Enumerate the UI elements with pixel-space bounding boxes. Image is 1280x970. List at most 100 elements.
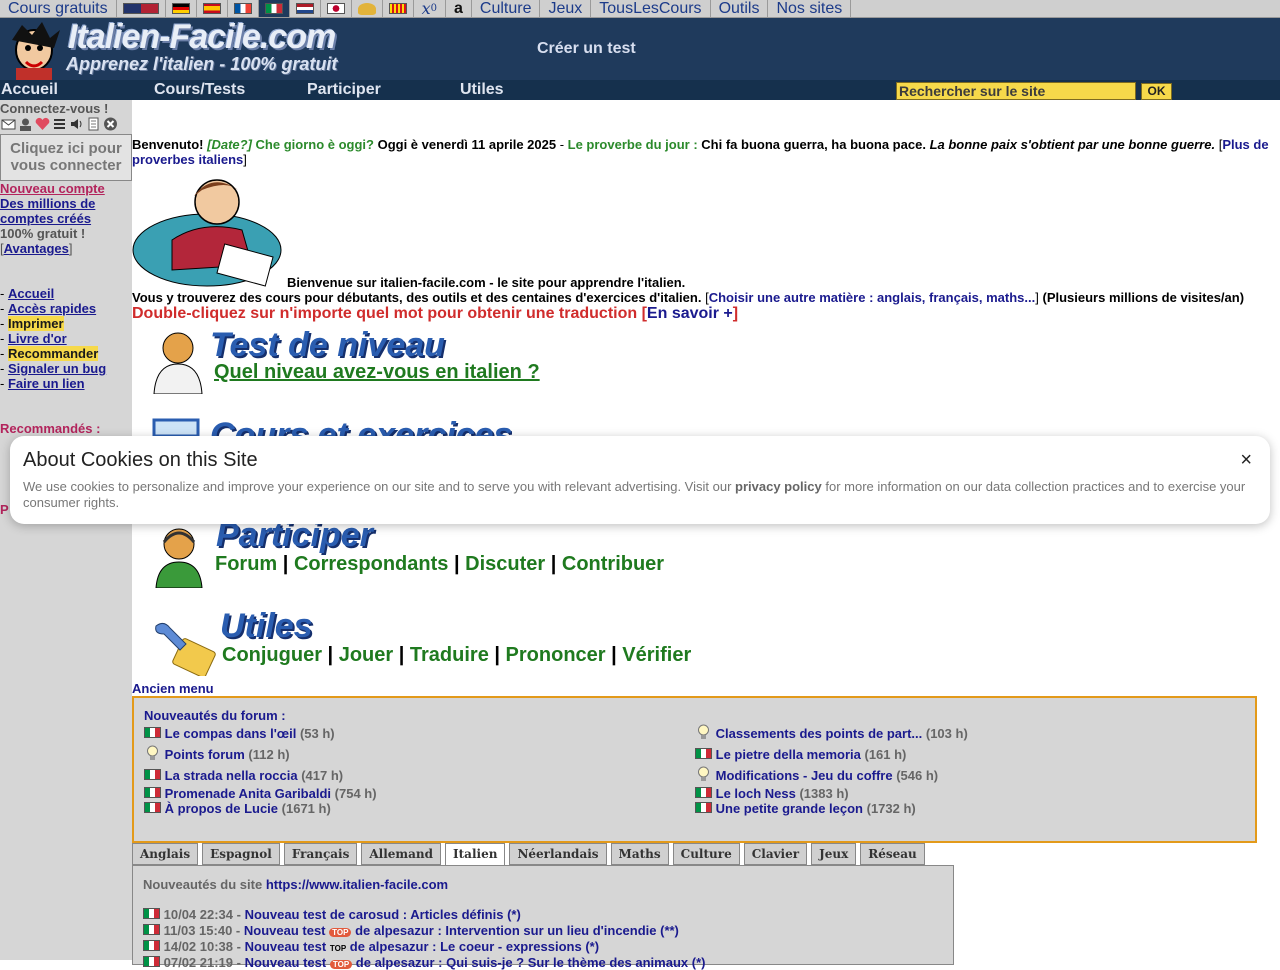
millions-link-2[interactable]: comptes créés <box>0 211 91 226</box>
nav-nos-sites[interactable]: Nos sites <box>768 0 852 17</box>
advantages-link[interactable]: Avantages <box>4 241 69 256</box>
forum-topic-link[interactable]: Le compas dans l'œil <box>165 726 297 741</box>
nav-touslescours[interactable]: TousLesCours <box>591 0 711 17</box>
search-ok-button[interactable]: OK <box>1141 83 1172 100</box>
tab-clavier[interactable]: Clavier <box>743 843 808 865</box>
dutch-flag-icon[interactable] <box>290 0 321 17</box>
forum-topic-link[interactable]: Promenade Anita Garibaldi <box>165 786 331 801</box>
nav-outils[interactable]: Outils <box>711 0 769 17</box>
tab-jeux[interactable]: Jeux <box>811 843 857 865</box>
tab-francais[interactable]: Français <box>283 843 358 865</box>
sidebar-link-accueil[interactable]: Accueil <box>8 286 54 301</box>
menu-participer[interactable]: Participer <box>307 81 381 99</box>
participer-links: Forum | Correspondants | Discuter | Cont… <box>215 553 665 575</box>
sidebar-link-livre-dor[interactable]: Livre d'or <box>8 331 67 346</box>
news-link[interactable]: Nouveau test <box>244 923 326 938</box>
math-icon[interactable]: x0 <box>414 0 446 17</box>
menu-utiles[interactable]: Utiles <box>460 81 504 99</box>
forum-topic-link[interactable]: Points forum <box>165 747 245 762</box>
tab-anglais[interactable]: Anglais <box>132 843 199 865</box>
news-link-rest[interactable]: de alpesazur : Qui suis-je ? Sur le thèm… <box>356 955 706 970</box>
utiles-section-title[interactable]: Utiles <box>220 607 313 646</box>
sidebar-link-acces-rapides[interactable]: Accès rapides <box>8 301 96 316</box>
italian-flag-icon[interactable] <box>258 0 290 17</box>
new-account-link[interactable]: Nouveau compte <box>0 181 105 196</box>
site-news-panel: Nouveautés du site https://www.italien-f… <box>132 865 954 970</box>
cookie-title: About Cookies on this Site <box>23 449 258 471</box>
close-icon[interactable]: × <box>1240 449 1252 472</box>
forum-topic-link[interactable]: Classements des points de part... <box>716 726 923 741</box>
tab-culture[interactable]: Culture <box>672 843 740 865</box>
menu-accueil[interactable]: Accueil <box>1 81 58 99</box>
news-link[interactable]: Nouveau test <box>245 939 327 954</box>
verifier-link[interactable]: Vérifier <box>622 644 691 666</box>
logo-title[interactable]: Italien-Facile.com <box>68 18 336 57</box>
forum-topic-link[interactable]: Le pietre della memoria <box>716 747 861 762</box>
forum-topic-link[interactable]: Une petite grande leçon <box>716 801 863 816</box>
other-subject-link[interactable]: Choisir une autre matière : anglais, fra… <box>709 290 1036 305</box>
tab-espagnol[interactable]: Espagnol <box>202 843 280 865</box>
mascot-logo-icon[interactable] <box>2 20 66 80</box>
search-input[interactable] <box>896 82 1136 100</box>
heart-icon[interactable] <box>35 117 50 131</box>
notepad-icon[interactable] <box>86 117 101 131</box>
create-test-link[interactable]: Créer un test <box>537 40 636 58</box>
conjuguer-link[interactable]: Conjuguer <box>222 644 322 666</box>
sidebar-link-recommander[interactable]: Recommander <box>7 346 99 361</box>
correspondants-link[interactable]: Correspondants <box>294 553 448 575</box>
privacy-policy-link[interactable]: privacy policy <box>735 479 822 494</box>
nav-cours-gratuits[interactable]: Cours gratuits <box>0 0 117 17</box>
dblclick-text: Double-cliquez sur n'importe quel mot po… <box>132 305 638 322</box>
date-question: [Date?] <box>207 137 252 152</box>
forum-topic-link[interactable]: Modifications - Jeu du coffre <box>716 768 893 783</box>
spanish-flag-icon[interactable] <box>197 0 228 17</box>
hat-icon[interactable] <box>352 0 383 17</box>
tab-reseau[interactable]: Réseau <box>860 843 925 865</box>
forum-topic-link[interactable]: La strada nella roccia <box>165 768 298 783</box>
tab-italien[interactable]: Italien <box>445 843 506 867</box>
close-circle-icon[interactable] <box>103 117 118 131</box>
site-url-link[interactable]: https://www.italien-facile.com <box>266 877 448 892</box>
news-link[interactable]: Nouveau test de carosud : Articles défin… <box>245 907 521 922</box>
mail-icon[interactable] <box>1 117 16 131</box>
japanese-flag-icon[interactable] <box>321 0 352 17</box>
jouer-link[interactable]: Jouer <box>339 644 393 666</box>
tab-allemand[interactable]: Allemand <box>361 843 442 865</box>
login-box[interactable]: Cliquez ici pour vous connecter <box>0 134 132 181</box>
forum-topic-link[interactable]: Le loch Ness <box>716 786 796 801</box>
german-flag-icon[interactable] <box>166 0 197 17</box>
forum-item-left-2: Points forum (112 h) <box>144 744 290 762</box>
sidebar-link-imprimer[interactable]: Imprimer <box>7 316 64 331</box>
news-link-rest[interactable]: de alpesazur : Le coeur - expressions (*… <box>350 939 599 954</box>
sidebar-link-signaler-bug[interactable]: Signaler un bug <box>8 361 106 376</box>
contribuer-link[interactable]: Contribuer <box>562 553 664 575</box>
millions-link-1[interactable]: Des millions de <box>0 196 95 211</box>
user-icon[interactable] <box>18 117 33 131</box>
catalan-flag-icon[interactable] <box>383 0 414 17</box>
cours-section-title[interactable]: Cours et exercices <box>210 416 512 436</box>
menu-cours-tests[interactable]: Cours/Tests <box>154 81 245 99</box>
en-savoir-link[interactable]: En savoir + <box>647 305 733 322</box>
forum-news-title[interactable]: Nouveautés du forum : <box>144 708 286 723</box>
french-flag-icon[interactable] <box>228 0 259 17</box>
news-link-rest[interactable]: de alpesazur : Intervention sur un lieu … <box>355 923 679 938</box>
list-icon[interactable] <box>52 117 67 131</box>
letter-a-icon[interactable]: a <box>446 0 472 17</box>
speaker-icon[interactable] <box>69 117 84 131</box>
nav-culture[interactable]: Culture <box>472 0 541 17</box>
prononcer-link[interactable]: Prononcer <box>506 644 606 666</box>
sidebar-link-faire-lien[interactable]: Faire un lien <box>8 376 85 391</box>
old-menu-link[interactable]: Ancien menu <box>132 681 214 696</box>
traduire-link[interactable]: Traduire <box>410 644 489 666</box>
uk-us-flag-icon[interactable] <box>117 0 166 17</box>
forum-link[interactable]: Forum <box>215 553 277 575</box>
tab-neerlandais[interactable]: Néerlandais <box>509 843 607 865</box>
discuter-link[interactable]: Discuter <box>465 553 545 575</box>
intro-paragraph: Benvenuto! [Date?] Che giorno è oggi? Og… <box>132 137 1269 167</box>
test-section-title[interactable]: Test de niveau <box>210 326 445 365</box>
news-link[interactable]: Nouveau test <box>245 955 327 970</box>
test-level-link[interactable]: Quel niveau avez-vous en italien ? <box>214 361 540 384</box>
tab-maths[interactable]: Maths <box>610 843 669 865</box>
nav-jeux[interactable]: Jeux <box>540 0 592 17</box>
forum-topic-link[interactable]: À propos de Lucie <box>165 801 278 816</box>
